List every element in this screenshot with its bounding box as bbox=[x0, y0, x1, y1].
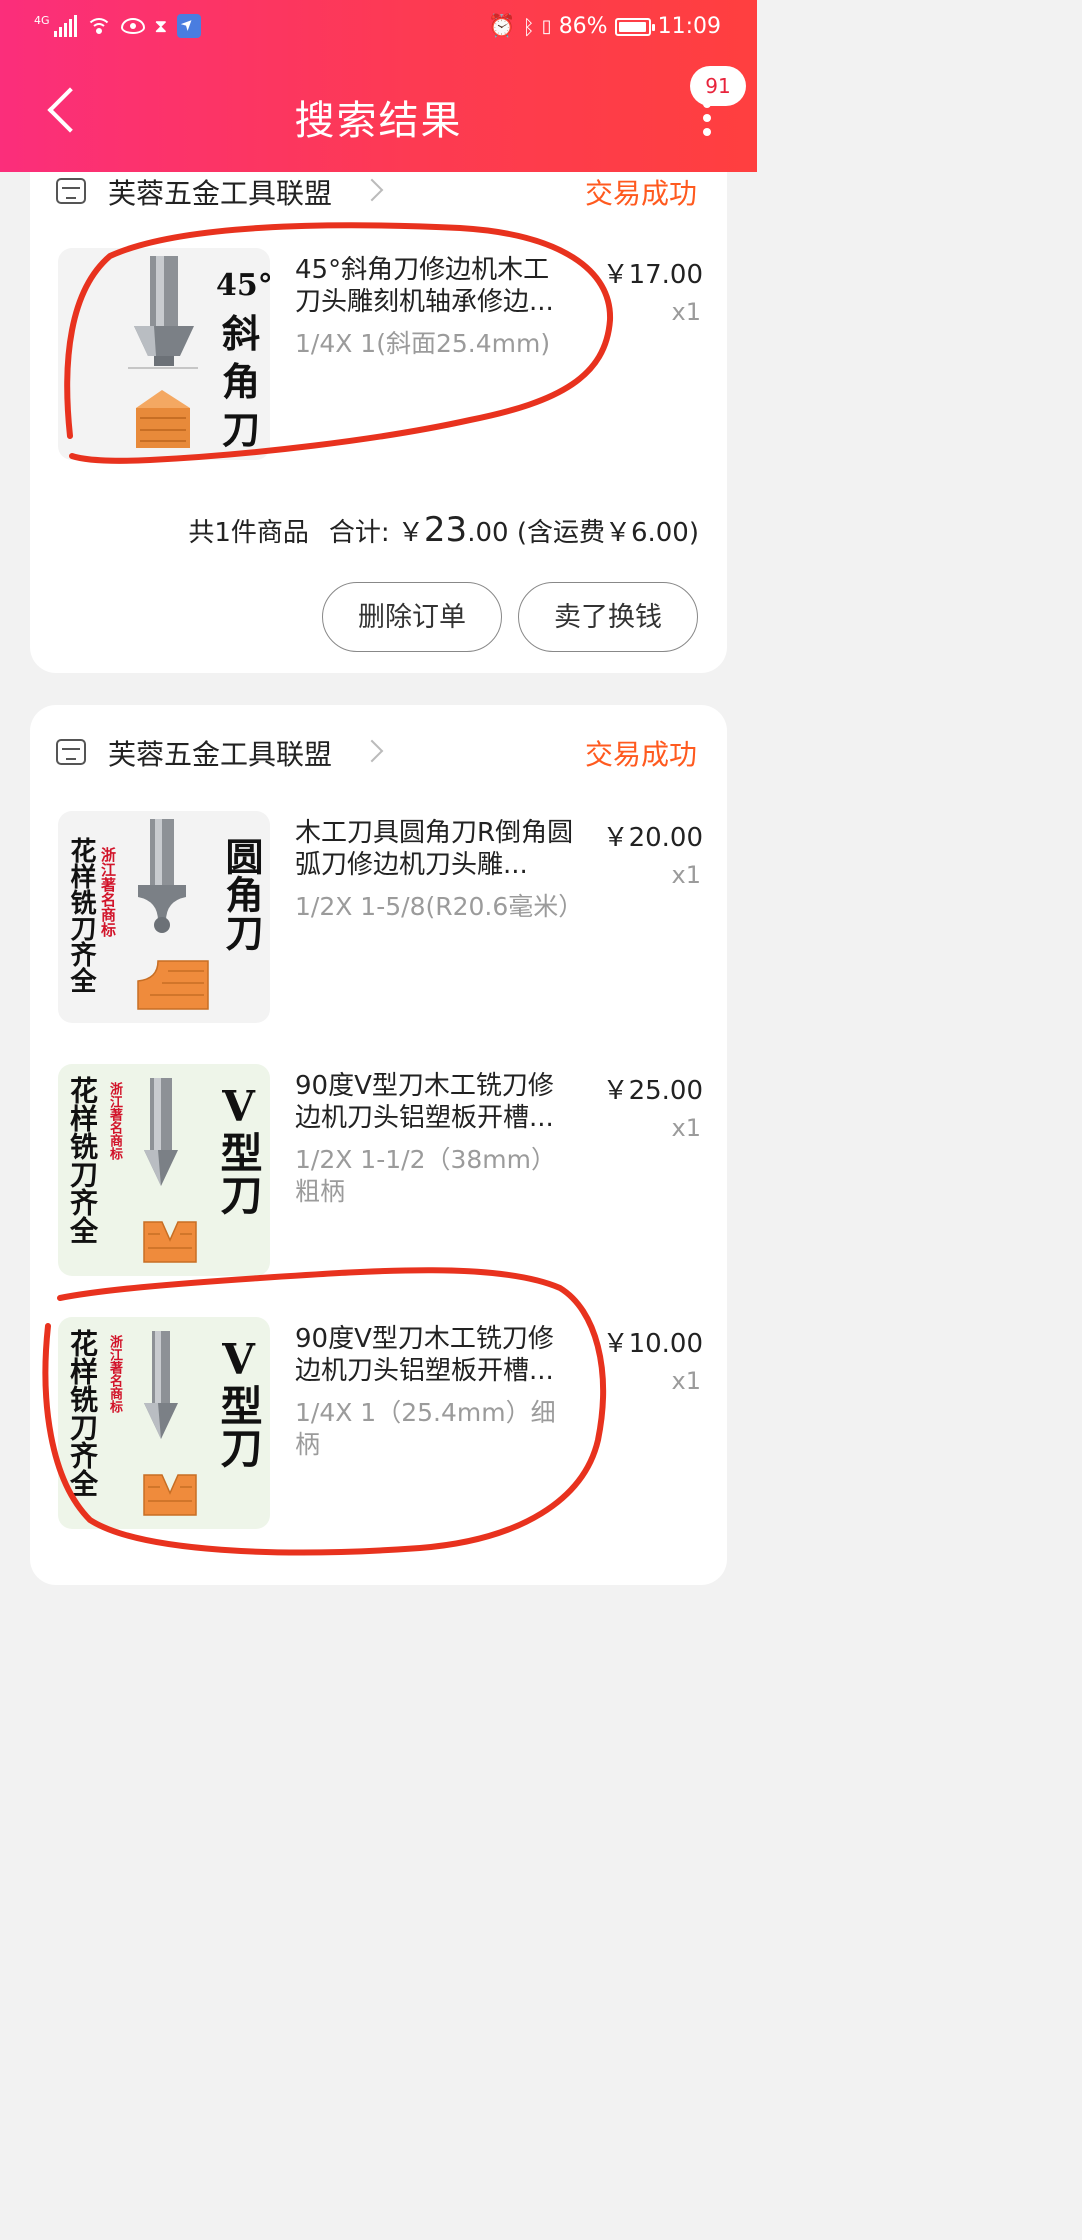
product-type-text: V型刀 bbox=[214, 1335, 263, 1468]
delete-order-button[interactable]: 删除订单 bbox=[322, 582, 502, 652]
order-item[interactable]: 花样铣刀齐全 浙江著名商标 V型刀 90度V型刀木工铣刀修边机刀头铝塑板开槽..… bbox=[30, 1064, 727, 1284]
chevron-right-icon bbox=[360, 739, 384, 763]
product-image-caption: 花样铣刀齐全 bbox=[66, 1076, 99, 1244]
message-count-badge: 91 bbox=[690, 66, 746, 106]
total-currency: ￥ bbox=[397, 518, 424, 548]
order-status: 交易成功 bbox=[584, 177, 697, 210]
brand-mark-text: 浙江著名商标 bbox=[107, 1335, 122, 1413]
product-quantity: x1 bbox=[671, 1367, 701, 1395]
total-decimal: .00 bbox=[467, 518, 509, 548]
order-card: 芙蓉五金工具联盟 交易成功 花样铣刀齐全 浙江著名商标 圆角刀 木工刀具圆角刀R… bbox=[30, 705, 727, 1585]
product-image-caption: 花样铣刀齐全 bbox=[66, 837, 96, 993]
eye-comfort-icon bbox=[120, 18, 145, 34]
product-price: ￥17.00 bbox=[602, 260, 703, 290]
product-type-text: V型刀 bbox=[214, 1082, 263, 1215]
store-name[interactable]: 芙蓉五金工具联盟 bbox=[108, 172, 332, 212]
chevron-right-icon bbox=[360, 178, 384, 202]
order-item[interactable]: 花样铣刀齐全 浙江著名商标 圆角刀 木工刀具圆角刀R倒角圆弧刀修边机刀头雕...… bbox=[30, 811, 727, 1031]
battery-percent: 86% bbox=[558, 14, 608, 39]
shipping-fee: (含运费￥6.00) bbox=[516, 518, 699, 548]
product-image[interactable]: 花样铣刀齐全 浙江著名商标 圆角刀 bbox=[58, 811, 270, 1023]
product-title[interactable]: 木工刀具圆角刀R倒角圆弧刀修边机刀头雕... bbox=[295, 817, 575, 881]
brand-mark-text: 浙江著名商标 bbox=[107, 1082, 122, 1160]
product-spec: 1/2X 1-5/8(R20.6毫米） bbox=[295, 892, 584, 921]
item-count: 共1件商品 bbox=[188, 518, 309, 548]
product-image[interactable]: 花样铣刀齐全 浙江著名商标 V型刀 bbox=[58, 1064, 270, 1276]
top-app-bar: 4G ⧗ ⏰ ᛒ ▯ 86% 11:09 搜索结果 91 bbox=[0, 0, 757, 172]
product-title[interactable]: 90度V型刀木工铣刀修边机刀头铝塑板开槽... bbox=[295, 1323, 575, 1387]
product-spec: 1/4X 1（25.4mm）细柄 bbox=[295, 1398, 556, 1459]
order-item[interactable]: 45° 斜 角 刀 45°斜角刀修边机木工刀头雕刻机轴承修边... 1/4X 1… bbox=[30, 248, 727, 468]
product-price: ￥20.00 bbox=[602, 823, 703, 853]
store-row[interactable]: 芙蓉五金工具联盟 交易成功 bbox=[30, 168, 727, 216]
battery-icon bbox=[614, 17, 655, 36]
store-icon bbox=[56, 178, 86, 204]
total-label: 合计: bbox=[328, 518, 390, 548]
network-type-label: 4G bbox=[34, 14, 50, 27]
product-title[interactable]: 90度V型刀木工铣刀修边机刀头铝塑板开槽... bbox=[295, 1070, 575, 1134]
product-quantity: x1 bbox=[671, 1114, 701, 1142]
product-spec: 1/4X 1(斜面25.4mm) bbox=[295, 329, 551, 358]
product-title[interactable]: 45°斜角刀修边机木工刀头雕刻机轴承修边... bbox=[295, 254, 575, 318]
product-quantity: x1 bbox=[671, 298, 701, 326]
vibrate-icon: ▯ bbox=[541, 16, 552, 37]
page-title: 搜索结果 bbox=[294, 98, 463, 144]
product-spec: 1/2X 1-1/2（38mm）粗柄 bbox=[295, 1145, 556, 1206]
status-bar: 4G ⧗ ⏰ ᛒ ▯ 86% 11:09 bbox=[0, 0, 757, 56]
product-image[interactable]: 花样铣刀齐全 浙江著名商标 V型刀 bbox=[58, 1317, 270, 1529]
order-item[interactable]: 花样铣刀齐全 浙江著名商标 V型刀 90度V型刀木工铣刀修边机刀头铝塑板开槽..… bbox=[30, 1317, 727, 1537]
total-integer: 23 bbox=[423, 510, 468, 550]
product-type-text: 圆角刀 bbox=[219, 837, 264, 951]
status-left: 4G ⧗ bbox=[34, 14, 202, 38]
brand-mark-text: 浙江著名商标 bbox=[99, 847, 117, 937]
product-price: ￥10.00 bbox=[602, 1329, 703, 1359]
navigation-app-icon bbox=[177, 14, 202, 38]
order-status: 交易成功 bbox=[584, 738, 697, 771]
more-menu-button[interactable] bbox=[697, 100, 717, 140]
order-summary: 共1件商品 合计: ￥23.00 (含运费￥6.00) bbox=[188, 510, 699, 550]
alarm-icon: ⏰ bbox=[488, 14, 516, 39]
order-card: 芙蓉五金工具联盟 交易成功 45° 斜 角 刀 45°斜角刀修边机木工刀头雕刻机… bbox=[30, 130, 727, 673]
store-row[interactable]: 芙蓉五金工具联盟 交易成功 bbox=[30, 729, 727, 777]
store-name[interactable]: 芙蓉五金工具联盟 bbox=[108, 733, 332, 773]
status-right: ⏰ ᛒ ▯ 86% 11:09 bbox=[488, 14, 721, 39]
bluetooth-icon: ᛒ bbox=[522, 14, 535, 39]
product-image-caption: 45° 斜 角 刀 bbox=[216, 268, 270, 452]
store-icon bbox=[56, 739, 86, 765]
product-price: ￥25.00 bbox=[602, 1076, 703, 1106]
hourglass-icon: ⧗ bbox=[154, 15, 168, 37]
clock: 11:09 bbox=[657, 14, 721, 39]
resell-button[interactable]: 卖了换钱 bbox=[518, 582, 698, 652]
wifi-icon bbox=[86, 16, 111, 36]
signal-icon bbox=[53, 15, 77, 37]
product-image-caption: 花样铣刀齐全 bbox=[66, 1329, 99, 1497]
product-image[interactable]: 45° 斜 角 刀 bbox=[58, 248, 270, 460]
product-quantity: x1 bbox=[671, 861, 701, 889]
